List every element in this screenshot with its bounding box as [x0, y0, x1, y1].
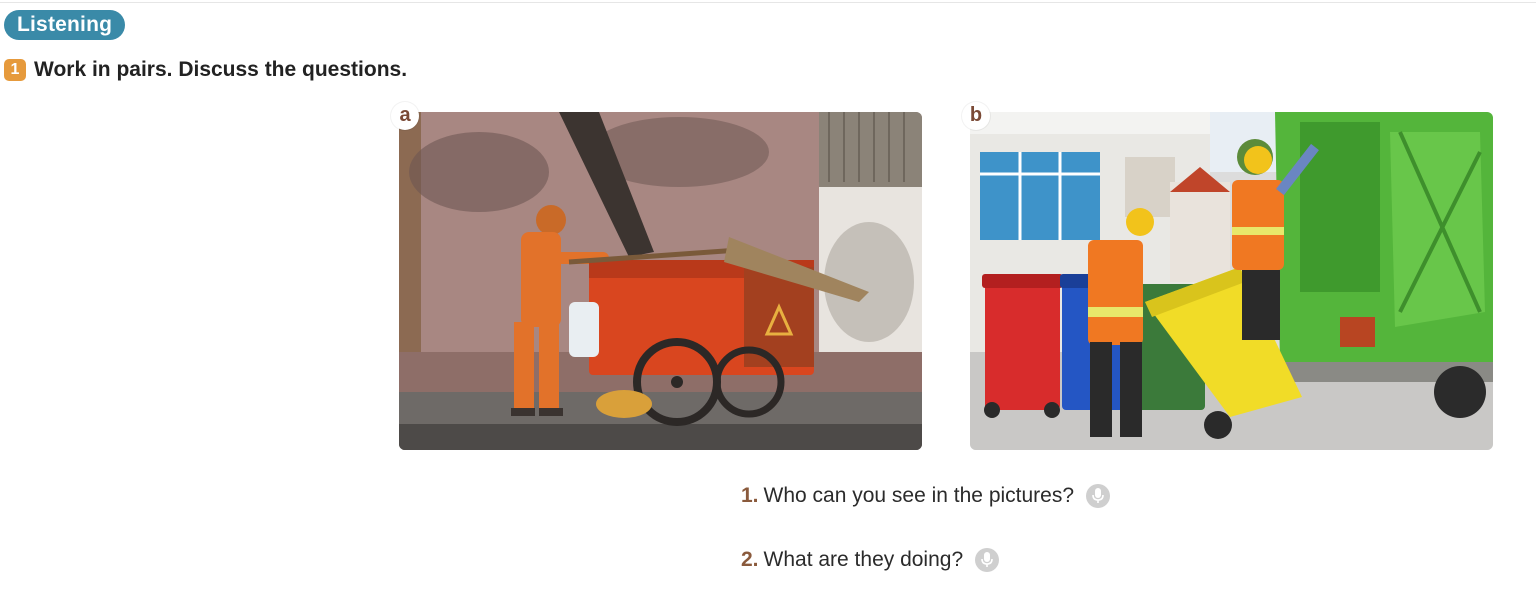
photo-a[interactable] [399, 112, 922, 450]
top-divider [0, 2, 1536, 3]
photo-b[interactable] [970, 112, 1493, 450]
exercise-instruction: 1 Work in pairs. Discuss the questions. [4, 58, 407, 82]
microphone-icon[interactable] [1086, 484, 1111, 508]
question-1: 1. Who can you see in the pictures? [741, 484, 1111, 508]
question-text: Who can you see in the pictures? [763, 484, 1075, 507]
microphone-icon[interactable] [975, 548, 1000, 572]
question-number: 1. [741, 484, 759, 507]
garbage-collectors-photo [970, 112, 1493, 450]
instruction-text: Work in pairs. Discuss the questions. [34, 58, 408, 81]
street-sweeper-photo [399, 112, 922, 450]
question-2: 2. What are they doing? [741, 548, 1000, 572]
section-badge: Listening [4, 10, 126, 40]
photo-a-label: a [391, 102, 419, 130]
photo-b-label: b [962, 102, 990, 130]
question-number: 2. [741, 548, 759, 571]
exercise-number: 1 [4, 59, 26, 81]
question-text: What are they doing? [763, 548, 964, 571]
